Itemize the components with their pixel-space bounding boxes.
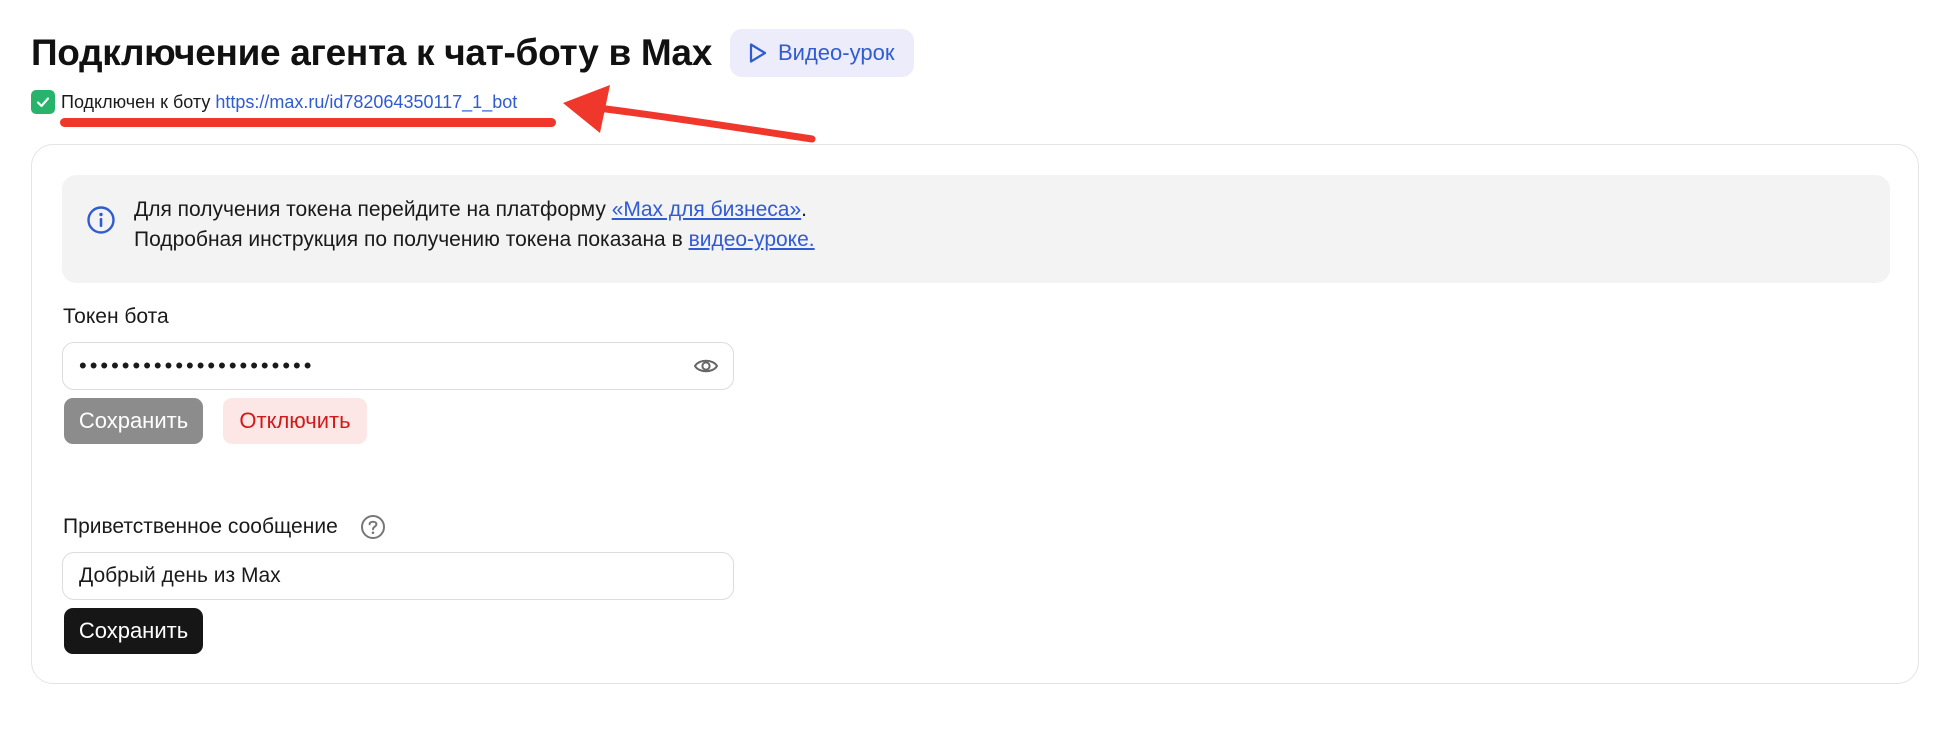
page-title: Подключение агента к чат-боту в Max xyxy=(31,32,712,73)
checkbox-checked-icon xyxy=(31,90,55,114)
page-header: Подключение агента к чат-боту в Max Виде… xyxy=(31,29,915,77)
info-line1: Для получения токена перейдите на платфо… xyxy=(134,198,612,221)
play-icon xyxy=(748,42,768,64)
connection-status: Подключен к боту https://max.ru/id782064… xyxy=(31,90,517,114)
token-label: Токен бота xyxy=(63,305,169,328)
video-lesson-link[interactable]: видео-уроке. xyxy=(689,228,815,251)
status-label: Подключен к боту xyxy=(61,91,211,112)
video-lesson-button[interactable]: Видео-урок xyxy=(730,29,915,77)
disconnect-button[interactable]: Отключить xyxy=(223,398,367,444)
token-value: •••••••••••••••••••••• xyxy=(79,353,315,378)
eye-icon[interactable] xyxy=(693,355,719,383)
info-box: Для получения токена перейдите на платфо… xyxy=(62,175,1890,283)
max-business-link[interactable]: «Max для бизнеса» xyxy=(612,198,801,221)
info-icon xyxy=(86,205,116,240)
token-input[interactable]: •••••••••••••••••••••• xyxy=(62,342,734,390)
greeting-label: Приветственное сообщение xyxy=(63,515,338,538)
greeting-value: Добрый день из Max xyxy=(79,564,281,587)
info-line1-end: . xyxy=(801,198,807,221)
settings-card: Для получения токена перейдите на платфо… xyxy=(31,144,1919,684)
save-greeting-button[interactable]: Сохранить xyxy=(64,608,203,654)
question-icon[interactable] xyxy=(360,514,386,545)
save-token-button[interactable]: Сохранить xyxy=(64,398,203,444)
bot-link[interactable]: https://max.ru/id782064350117_1_bot xyxy=(215,92,517,113)
info-line2: Подробная инструкция по получению токена… xyxy=(134,228,689,251)
info-text: Для получения токена перейдите на платфо… xyxy=(134,195,815,255)
annotation-underline xyxy=(60,118,556,127)
video-lesson-label: Видео-урок xyxy=(778,40,895,65)
greeting-input[interactable]: Добрый день из Max xyxy=(62,552,734,600)
